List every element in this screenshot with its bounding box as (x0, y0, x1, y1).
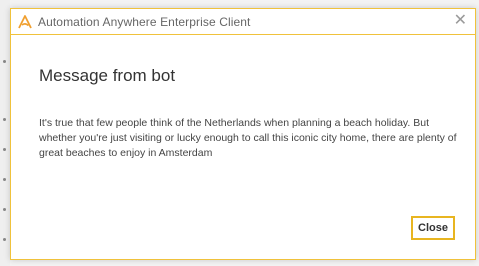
background-window-edge (0, 0, 10, 266)
message-body: It's true that few people think of the N… (39, 117, 457, 159)
background-dot (3, 208, 6, 211)
message-heading: Message from bot (39, 66, 176, 85)
window-title: Automation Anywhere Enterprise Client (38, 14, 251, 29)
background-dot (3, 178, 6, 181)
background-dot (3, 148, 6, 151)
close-icon[interactable]: ✕ (454, 13, 467, 29)
close-button[interactable]: Close (411, 216, 455, 240)
message-dialog: Automation Anywhere Enterprise Client ✕ … (10, 8, 476, 260)
background-dot (3, 60, 6, 63)
automation-anywhere-logo-icon (17, 14, 33, 30)
background-dot (3, 118, 6, 121)
dialog-titlebar[interactable]: Automation Anywhere Enterprise Client ✕ (11, 9, 475, 35)
background-dot (3, 238, 6, 241)
